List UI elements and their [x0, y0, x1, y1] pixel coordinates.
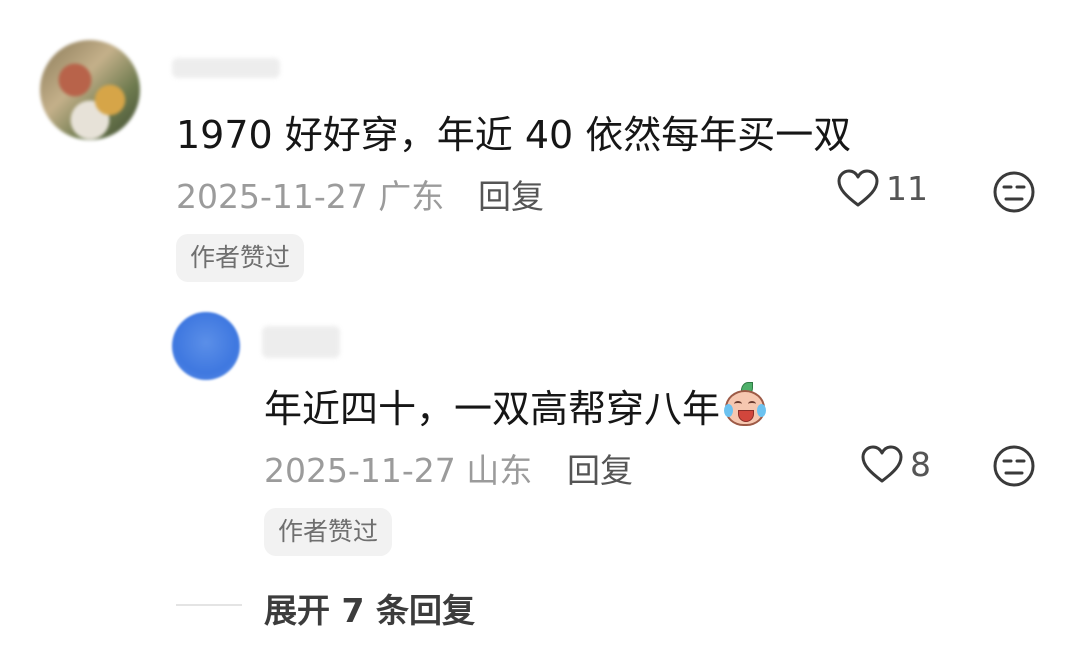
- comment-date: 2025-11-27: [176, 177, 368, 216]
- reply-name-blurred[interactable]: [262, 326, 340, 358]
- reply-author-liked-badge: 作者赞过: [264, 508, 393, 556]
- reply-reply-button[interactable]: 回复: [567, 444, 633, 492]
- reply-meta: 2025-11-27 山东: [264, 444, 532, 492]
- dislike-face-icon[interactable]: [992, 444, 1036, 488]
- heart-icon: [861, 445, 903, 483]
- reply-like-button[interactable]: 8: [860, 444, 931, 484]
- commenter-avatar[interactable]: [40, 40, 140, 140]
- reply-like-count: 8: [910, 444, 931, 484]
- expand-divider: [176, 604, 242, 606]
- reply-text: 年近四十，一双高帮穿八年: [264, 387, 721, 431]
- comment-location: 广东: [378, 177, 445, 216]
- comment-text: 1970 好好穿，年近 40 依然每年买一双: [176, 113, 852, 157]
- comment-like-count: 11: [886, 168, 928, 208]
- reply-date: 2025-11-27: [264, 451, 456, 490]
- expand-replies-button[interactable]: 展开 7 条回复: [264, 584, 475, 632]
- comment-like-button[interactable]: 11: [836, 168, 928, 208]
- crying-laughing-emoji-icon: [722, 382, 768, 428]
- reply-avatar[interactable]: [172, 312, 240, 380]
- reply-text-line: 年近四十，一双高帮穿八年: [264, 378, 768, 433]
- reply-location: 山东: [466, 451, 533, 490]
- heart-icon: [837, 169, 879, 207]
- comment-meta: 2025-11-27 广东: [176, 170, 444, 218]
- comment-reply-button[interactable]: 回复: [478, 170, 544, 218]
- comment-thread: 1970 好好穿，年近 40 依然每年买一双 2025-11-27 广东 回复 …: [0, 0, 1080, 652]
- dislike-face-icon[interactable]: [992, 170, 1036, 214]
- author-liked-badge: 作者赞过: [176, 234, 305, 282]
- commenter-name-blurred[interactable]: [172, 58, 280, 78]
